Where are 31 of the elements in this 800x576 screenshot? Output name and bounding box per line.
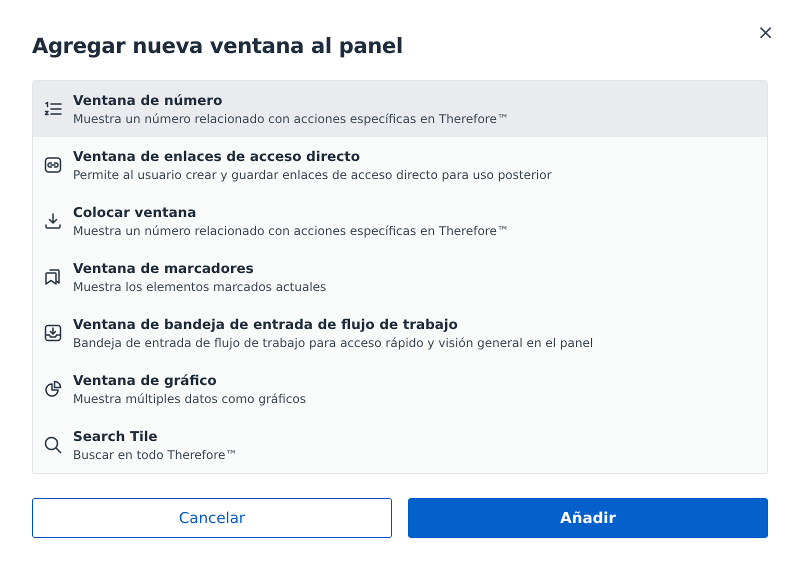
cancel-button[interactable]: Cancelar: [32, 498, 392, 538]
close-button[interactable]: ×: [755, 22, 776, 42]
tile-description: Buscar en todo Therefore™: [73, 448, 238, 462]
inbox-icon: [43, 323, 63, 343]
pie-chart-icon: [43, 379, 63, 399]
tile-title: Ventana de marcadores: [73, 260, 255, 276]
tile-option[interactable]: Ventana de número Muestra un número relacionado con acciones específicas en Therefore™: [33, 81, 767, 137]
tile-title: Colocar ventana: [73, 204, 198, 220]
dialog-title: Agregar nueva ventana al panel: [32, 34, 404, 58]
download-icon: [43, 211, 63, 231]
tile-option[interactable]: Ventana de bandeja de entrada de flujo de trabajo Bandeja de entrada de flujo de trabajo para acceso rápido y visión general en el panel: [33, 305, 767, 361]
tile-description: Muestra los elementos marcados actuales: [73, 280, 326, 294]
tile-title: Ventana de bandeja de entrada de flujo de trabajo: [73, 316, 459, 332]
tile-description: Bandeja de entrada de flujo de trabajo para acceso rápido y visión general en el panel: [73, 336, 594, 350]
search-icon: [43, 435, 63, 455]
bookmarks-icon: [43, 267, 63, 287]
tile-option[interactable]: Colocar ventana Muestra un número relacionado con acciones específicas en Therefore™: [33, 193, 767, 249]
tile-description: Muestra múltiples datos como gráficos: [73, 392, 306, 406]
tile-title: Ventana de enlaces de acceso directo: [73, 148, 362, 164]
tile-description: Muestra un número relacionado con acciones específicas en Therefore™: [73, 224, 509, 238]
tile-description: Muestra un número relacionado con acciones específicas en Therefore™: [73, 112, 509, 126]
tile-title: Ventana de gráfico: [73, 372, 218, 388]
tile-title: Search Tile: [73, 428, 159, 444]
tile-option[interactable]: Search Tile Buscar en todo Therefore™: [33, 417, 767, 473]
tile-description: Permite al usuario crear y guardar enlaces de acceso directo para uso posterior: [73, 168, 552, 182]
add-button[interactable]: Añadir: [408, 498, 768, 538]
tile-title: Ventana de número: [73, 92, 224, 108]
tile-option[interactable]: Ventana de enlaces de acceso directo Permite al usuario crear y guardar enlaces de acceso directo para uso posterior: [33, 137, 767, 193]
tile-option[interactable]: Ventana de gráfico Muestra múltiples datos como gráficos: [33, 361, 767, 417]
link-icon: [43, 155, 63, 175]
tile-option[interactable]: Ventana de marcadores Muestra los elementos marcados actuales: [33, 249, 767, 305]
